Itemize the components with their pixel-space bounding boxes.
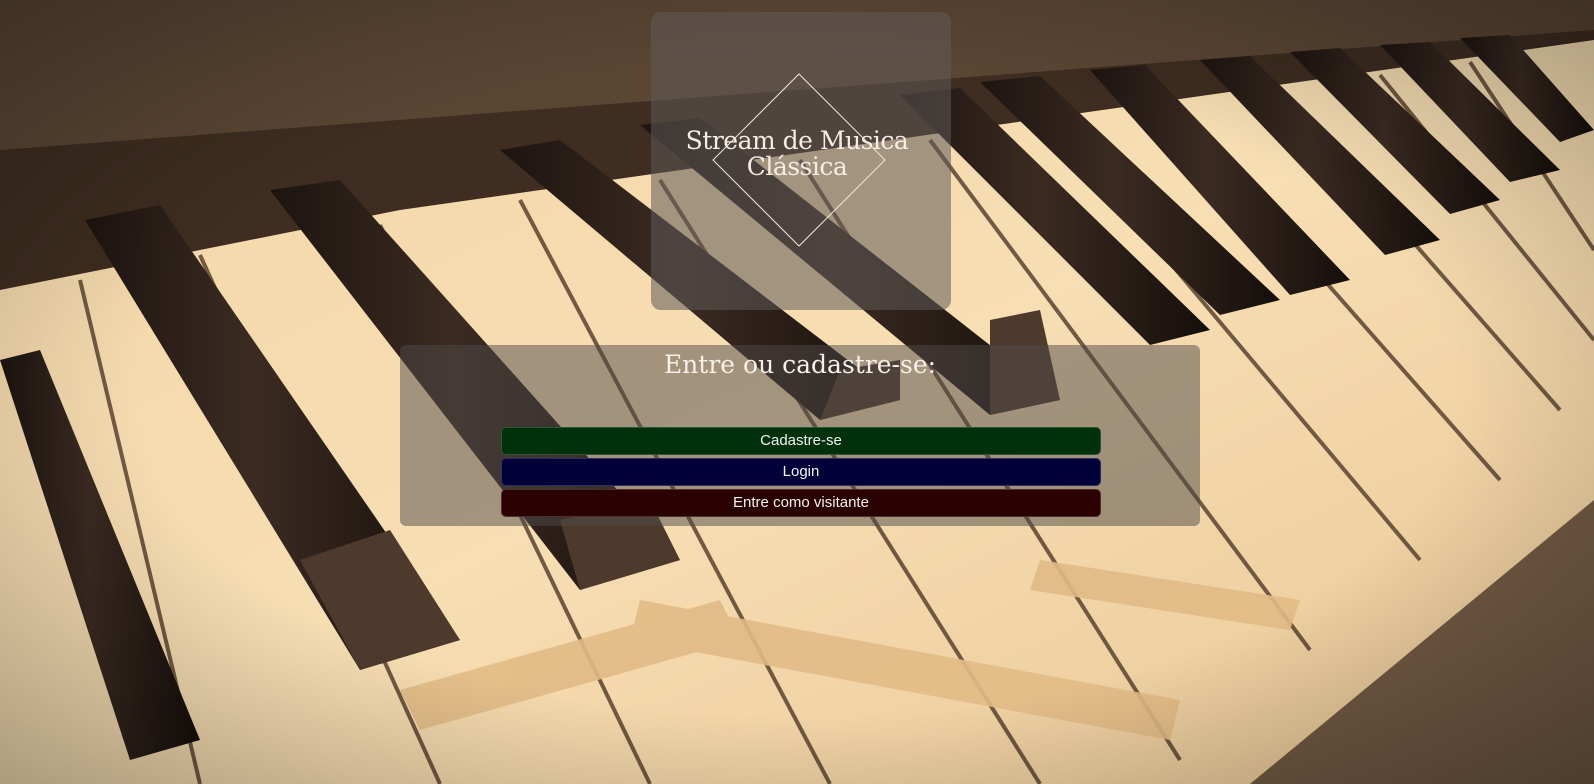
logo-title: Stream de Musica Clássica <box>651 128 943 180</box>
logo-title-line2: Clássica <box>746 152 848 181</box>
login-button[interactable]: Login <box>501 458 1101 486</box>
guest-button[interactable]: Entre como visitante <box>501 489 1101 517</box>
signup-button[interactable]: Cadastre-se <box>501 427 1101 455</box>
logo-title-line1: Stream de Musica <box>685 126 909 155</box>
auth-heading: Entre ou cadastre-se: <box>663 350 937 379</box>
